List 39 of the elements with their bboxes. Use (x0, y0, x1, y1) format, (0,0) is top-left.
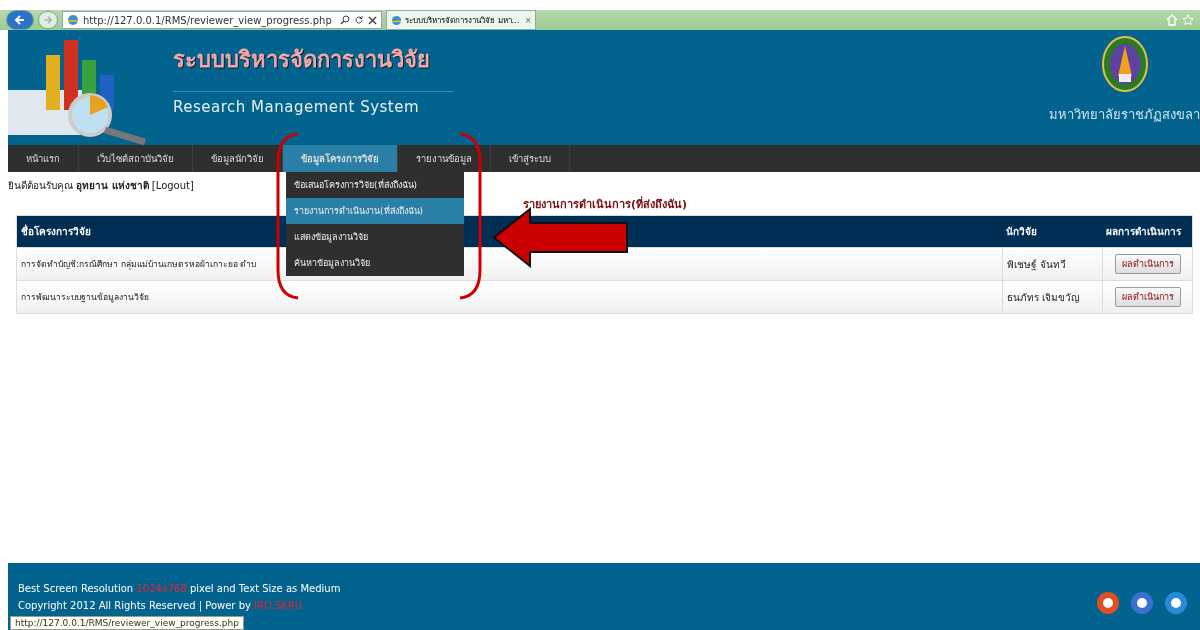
dropdown-item[interactable]: ข้อเสนอโครงการวิจัย(ที่ส่งถึงฉัน) (286, 172, 464, 198)
dropdown-item[interactable]: รายงานการดำเนินงาน(ที่ส่งถึงฉัน) (286, 198, 464, 224)
column-header: นักวิจัย (1002, 216, 1102, 247)
forward-arrow-icon (43, 15, 53, 25)
welcome-text: ยินดีต้อนรับคุณ อุทยาน แห่งชาติ [Logout] (8, 179, 194, 193)
address-field[interactable]: http://127.0.0.1/RMS/reviewer_view_progress.php (62, 11, 382, 29)
search-icon[interactable] (340, 15, 350, 25)
logout-link[interactable]: [Logout] (151, 180, 194, 191)
table-cell: พิเชษฐ์ จันทวี (1002, 247, 1102, 280)
nav-tab[interactable]: เว็บไซต์สถาบันวิจัย (79, 145, 193, 172)
browser-tab[interactable]: ระบบบริหารจัดการงานวิจัย มหา... × (386, 10, 536, 30)
close-icon[interactable] (368, 15, 377, 25)
close-button[interactable]: × (525, 14, 531, 26)
refresh-icon[interactable] (354, 15, 364, 25)
browser-badge-icon (1094, 589, 1122, 617)
dropdown-item[interactable]: แสดงข้อมูลงานวิจัย (286, 224, 464, 250)
page-title: รายงานการดำเนินการ(ที่ส่งถึงฉัน) (523, 195, 688, 213)
back-arrow-icon (14, 14, 26, 26)
back-button[interactable] (6, 10, 34, 30)
result-button[interactable]: ผลดำเนินการ (1114, 287, 1181, 307)
nav-tab[interactable]: เข้าสู่ระบบ (491, 145, 570, 172)
star-icon[interactable] (1182, 14, 1194, 26)
nav-tab[interactable]: หน้าแรก (8, 145, 79, 172)
table-cell: ธนภัทร เจิมขวัญ (1002, 280, 1102, 313)
university-name: มหาวิทยาลัยราชภัฏสงขลา (1049, 106, 1200, 124)
footer-text: Best Screen Resolution 1024x768 pixel and Text Size as Medium (18, 583, 341, 594)
site-subtitle: Research Management System (173, 91, 453, 116)
column-header: ผลการดำเนินการ (1102, 216, 1192, 247)
result-button[interactable]: ผลดำเนินการ (1114, 254, 1181, 274)
browser-icon (391, 14, 402, 26)
browser-badge-icon (1128, 589, 1156, 617)
site-title: ระบบบริหารจัดการงานวิจัย (173, 46, 431, 74)
university-seal-drawing (1101, 36, 1148, 92)
table-cell: การพัฒนาระบบฐานข้อมูลงานวิจัย (17, 280, 1002, 313)
copyright-text: Copyright 2012 All Rights Reserved | Power by IRD.SKRU (18, 600, 304, 611)
browser-badge-icon (1162, 589, 1190, 617)
dropdown-item[interactable]: ค้นหาข้อมูลงานวิจัย (286, 250, 464, 276)
status-url: http://127.0.0.1/RMS/reviewer_view_progress.php (10, 616, 244, 630)
browser-icon (67, 14, 79, 26)
